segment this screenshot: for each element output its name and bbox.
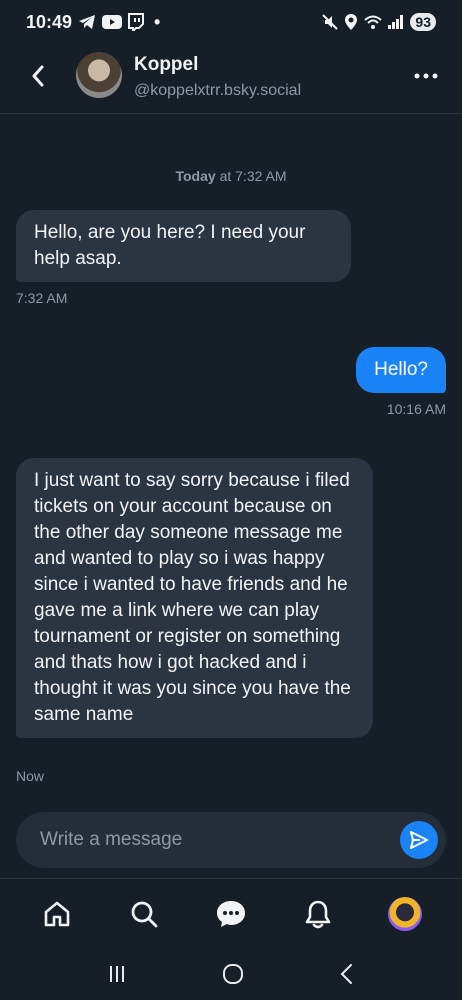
message-timestamp: Now xyxy=(16,768,45,784)
status-bar: 10:49 • 93 xyxy=(0,0,462,44)
battery-level: 93 xyxy=(410,13,436,31)
date-separator-time: at 7:32 AM xyxy=(215,168,287,184)
twitch-icon xyxy=(128,13,145,31)
contact-handle[interactable]: @koppelxtrr.bsky.social xyxy=(134,82,301,100)
chat-icon xyxy=(216,900,245,927)
message-input[interactable] xyxy=(40,812,380,868)
signal-icon xyxy=(388,15,404,29)
contact-name[interactable]: Koppel xyxy=(134,54,198,76)
back-nav-icon[interactable] xyxy=(339,963,355,985)
location-icon xyxy=(345,14,358,30)
message-timestamp: 7:32 AM xyxy=(16,290,68,306)
status-time: 10:49 xyxy=(26,11,73,32)
tab-notifications[interactable] xyxy=(296,892,340,936)
message-bubble-incoming[interactable]: I just want to say sorry because i filed… xyxy=(16,458,373,738)
contact-avatar[interactable] xyxy=(76,52,122,98)
more-icon xyxy=(414,73,438,79)
system-nav-bar xyxy=(0,948,462,1000)
status-dot: • xyxy=(154,11,161,32)
message-bubble-incoming[interactable]: Hello, are you here? I need your help as… xyxy=(16,210,351,282)
send-icon xyxy=(410,831,428,849)
wifi-icon xyxy=(364,15,383,29)
recents-icon[interactable] xyxy=(107,964,127,984)
date-separator-day: Today xyxy=(175,168,216,184)
tab-home[interactable] xyxy=(35,892,79,936)
home-icon xyxy=(45,901,70,926)
tab-profile[interactable] xyxy=(383,892,427,936)
message-text: Hello? xyxy=(374,359,428,380)
message-text: Hello, are you here? I need your help as… xyxy=(34,222,306,269)
back-button[interactable] xyxy=(22,60,54,92)
profile-avatar xyxy=(387,896,422,931)
bell-icon xyxy=(305,900,331,928)
youtube-icon xyxy=(102,15,123,29)
message-composer xyxy=(16,812,446,868)
send-button[interactable] xyxy=(400,821,438,859)
home-nav-icon[interactable] xyxy=(221,962,245,986)
message-text: I just want to say sorry because i filed… xyxy=(34,470,351,725)
date-separator: Today at 7:32 AM xyxy=(0,168,462,184)
chevron-left-icon xyxy=(32,65,44,87)
message-timestamp: 10:16 AM xyxy=(386,401,446,417)
status-right: 93 xyxy=(322,13,436,31)
tab-chat[interactable] xyxy=(209,892,253,936)
bottom-tab-bar xyxy=(0,878,462,948)
mute-icon xyxy=(322,14,339,30)
tab-search[interactable] xyxy=(122,892,166,936)
conversation-header: Koppel @koppelxtrr.bsky.social xyxy=(0,44,462,114)
message-bubble-outgoing[interactable]: Hello? xyxy=(356,347,446,393)
status-left: 10:49 • xyxy=(26,12,160,33)
more-options-button[interactable] xyxy=(412,62,440,90)
telegram-icon xyxy=(79,15,96,29)
search-icon xyxy=(131,901,158,927)
